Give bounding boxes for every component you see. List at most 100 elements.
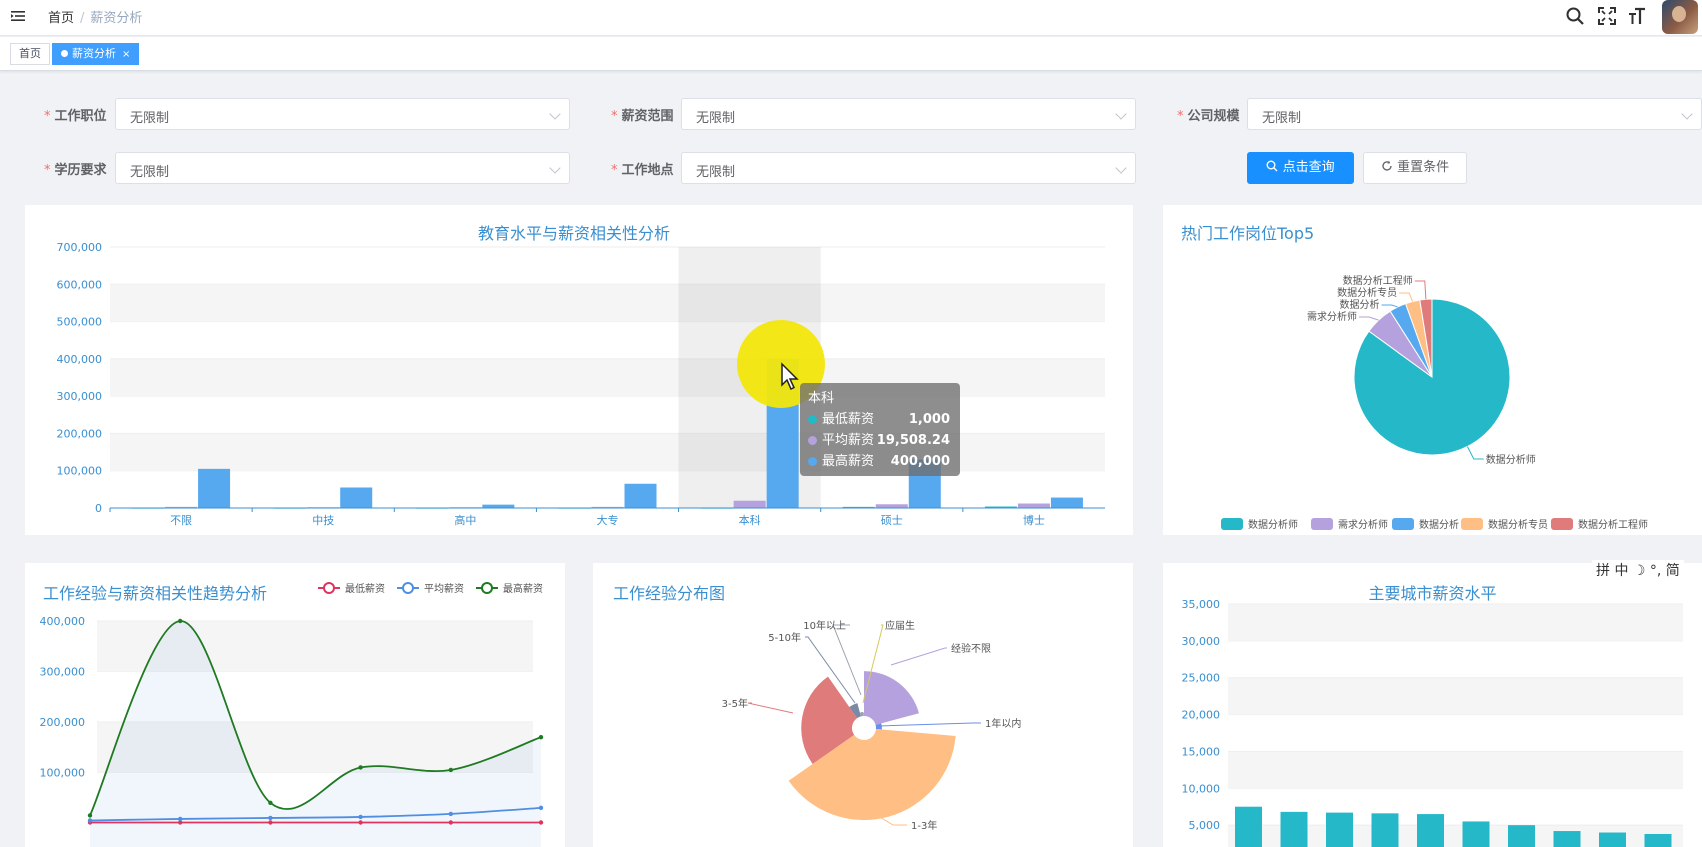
fullscreen-icon[interactable] <box>1597 6 1617 26</box>
rose-label-line <box>890 647 947 666</box>
education-bar-chart[interactable]: 0 100,000 200,000 300,000 400,000 500,000 600,… <box>25 205 1133 535</box>
education-select[interactable]: 无限制 <box>115 152 570 184</box>
line-point <box>448 767 453 773</box>
grid-band <box>1228 677 1683 715</box>
grid-band <box>110 284 1105 322</box>
user-avatar[interactable] <box>1662 0 1698 34</box>
breadcrumb-home[interactable]: 首页 <box>48 11 74 26</box>
x-tick-label: 大专 <box>597 513 619 527</box>
x-tick-label: 硕士 <box>881 514 903 527</box>
search-icon[interactable] <box>1565 6 1585 26</box>
active-dot-icon <box>61 50 68 57</box>
company-size-select[interactable]: 无限制 <box>1247 98 1702 130</box>
menu-fold-icon[interactable] <box>10 8 26 24</box>
legend-swatch <box>1551 518 1573 530</box>
query-button[interactable]: 点击查询 <box>1247 152 1354 184</box>
pie-label: 数据分析 <box>1340 298 1380 311</box>
legend-swatch <box>1221 518 1243 530</box>
tag-salary-analysis[interactable]: 薪资分析 × <box>52 43 140 65</box>
y-tick-label: 500,000 <box>57 316 103 329</box>
line-point <box>178 816 183 822</box>
education-salary-panel: 教育水平与薪资相关性分析 0 100,000 200,000 300,000 400,0… <box>25 205 1133 535</box>
y-tick-label: 5,000 <box>1189 819 1221 832</box>
top5-jobs-panel: 热门工作岗位Top5 数据分析师 需求分析师 数据分析 数据分析专员 数据分析工程师 数据… <box>1163 205 1702 535</box>
y-tick-label: 25,000 <box>1182 672 1221 685</box>
line-point <box>268 820 273 825</box>
line-point <box>448 820 453 825</box>
rose-label: 1年以内 <box>985 717 1021 730</box>
rose-label: 应届生 <box>885 619 915 632</box>
city-bar-chart[interactable]: 5,000 10,000 15,000 20,000 25,000 30,000 35,00… <box>1163 563 1702 847</box>
legend-swatch <box>1461 518 1483 530</box>
tooltip-title: 本科 <box>808 391 835 406</box>
job-position-label: * 工作职位 <box>44 109 107 124</box>
salary-range-label: * 薪资范围 <box>611 109 674 124</box>
reset-button[interactable]: 重置条件 <box>1363 152 1467 184</box>
y-tick-label: 400,000 <box>40 615 86 628</box>
city-bar <box>1235 806 1262 847</box>
location-select[interactable]: 无限制 <box>681 152 1136 184</box>
legend-label: 最高薪资 <box>503 582 543 595</box>
job-position-select[interactable]: 无限制 <box>115 98 570 130</box>
legend-label: 平均薪资 <box>424 583 464 595</box>
experience-trend-panel: 工作经验与薪资相关性趋势分析 100,000 200,000 300,000 400,… <box>25 563 565 847</box>
tooltip-row: 最高薪资 400,000 <box>808 451 952 472</box>
legend-label: 最低薪资 <box>345 582 385 595</box>
rose-label: 5-10年 <box>768 631 801 644</box>
legend-swatch <box>1392 518 1414 530</box>
rose-label: 10年以上 <box>803 619 846 632</box>
grid-band <box>1228 604 1683 641</box>
legend-label: 数据分析师 <box>1248 518 1298 531</box>
pie-label-line <box>1381 304 1398 308</box>
y-tick-label: 100,000 <box>57 465 103 478</box>
legend-label: 需求分析师 <box>1338 518 1388 531</box>
y-tick-label: 100,000 <box>40 767 86 780</box>
pie-label-line <box>1399 292 1414 302</box>
city-bar <box>1417 814 1444 847</box>
rose-label: 1-3年 <box>911 819 937 832</box>
city-bar <box>1280 811 1308 847</box>
city-bar <box>1644 833 1672 847</box>
line-point <box>358 820 363 825</box>
line-point <box>358 765 363 770</box>
chevron-down-icon <box>549 108 561 120</box>
close-icon[interactable]: × <box>122 49 130 60</box>
x-tick-label: 高中 <box>454 513 476 527</box>
bar-平均薪资 <box>875 504 908 508</box>
ime-toolbar[interactable]: 拼 中 ☽ °, 简 <box>1592 560 1684 580</box>
top5-pie-chart[interactable]: 数据分析师需求分析师数据分析数据分析专员数据分析工程师数据分析师 需求分析师 数据分… <box>1163 205 1702 535</box>
font-size-icon[interactable] <box>1627 6 1647 26</box>
rose-label-line <box>878 722 981 727</box>
line-point <box>87 818 93 823</box>
cursor-pointer-icon <box>781 362 799 391</box>
location-label: * 工作地点 <box>611 163 674 178</box>
breadcrumb: 首页 / 薪资分析 <box>48 11 143 26</box>
tag-home[interactable]: 首页 <box>10 43 50 65</box>
y-tick-label: 10,000 <box>1182 782 1221 795</box>
line-point <box>87 813 93 818</box>
experience-line-chart[interactable]: 100,000 200,000 300,000 400,000 最低薪资 平均薪资 最高薪资 <box>25 563 565 847</box>
bar-最高薪资 <box>340 487 373 508</box>
legend-marker <box>481 582 493 594</box>
chevron-down-icon <box>549 162 561 174</box>
pie-label-line <box>1359 316 1379 321</box>
y-tick-label: 20,000 <box>1182 709 1221 722</box>
salary-range-select[interactable]: 无限制 <box>681 98 1136 130</box>
chart-tooltip: 本科 最低薪资 1,000 平均薪资 19,508.24 最高薪资 400,000 <box>800 383 960 476</box>
pie-label: 需求分析师 <box>1307 310 1357 323</box>
rose-label-line <box>747 702 794 714</box>
pie-label: 数据分析师 <box>1486 453 1536 466</box>
line-point <box>178 618 183 624</box>
search-icon <box>1266 160 1278 172</box>
city-bar <box>1599 832 1626 847</box>
breadcrumb-current: 薪资分析 <box>90 11 143 26</box>
city-salary-panel: 主要城市薪资水平 5,000 10,000 15,000 20,000 25,000 30… <box>1163 563 1702 847</box>
line-point <box>268 800 273 805</box>
line-point <box>448 811 453 817</box>
y-tick-label: 700,000 <box>57 241 103 254</box>
bar-平均薪资 <box>733 500 766 508</box>
pie-label: 数据分析专员 <box>1337 286 1397 299</box>
refresh-icon <box>1382 160 1392 171</box>
pie-label: 数据分析工程师 <box>1343 274 1413 287</box>
experience-rose-chart[interactable]: 经验不限 1年以内 1-3年 3-5年 5-10年10年以上 应届生 <box>593 563 1133 847</box>
